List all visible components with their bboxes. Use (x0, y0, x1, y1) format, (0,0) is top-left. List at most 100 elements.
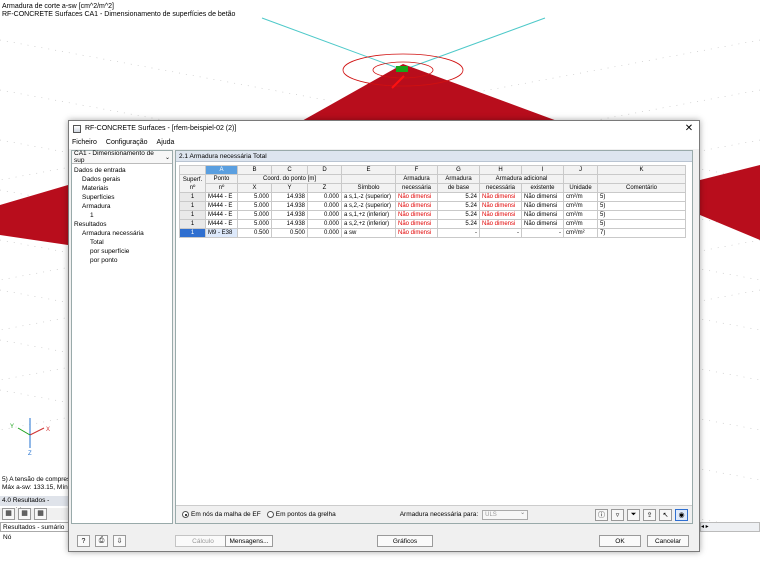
messages-button[interactable]: Mensagens... (225, 535, 273, 547)
radio-fe-nodes[interactable] (182, 511, 189, 518)
header-coords: Coord. do ponto [m] (237, 174, 342, 184)
header-add-existing: existente (521, 183, 564, 193)
ok-button[interactable]: OK (599, 535, 641, 547)
header-base-1: Armadura (437, 174, 480, 184)
column-j[interactable]: J (563, 165, 598, 175)
section-title: 2.1 Armadura necessária Total (176, 151, 692, 162)
menu-settings[interactable]: Configuração (106, 139, 148, 146)
menu-help[interactable]: Ajuda (157, 139, 175, 146)
navigator-pane: CA1 - Dimensionamento de sup ⌄ Dados de … (71, 150, 173, 524)
dialog-titlebar: RF-CONCRETE Surfaces - [rfem-beispiel-02… (69, 121, 699, 136)
tree-total[interactable]: Total (74, 238, 172, 247)
tree-surfaces[interactable]: Superfícies (74, 193, 172, 202)
header-row-1: Superf. nº Ponto Coord. do ponto [m] Arma… (179, 174, 686, 193)
calculation-button[interactable]: Cálculo (175, 535, 231, 547)
info-icon[interactable]: ⓘ (595, 508, 608, 521)
view-subtitle: RF-CONCRETE Surfaces CA1 - Dimensionamen… (2, 11, 236, 18)
view-title: Armadura de corte a-sw [cm^2/m^2] (2, 3, 114, 10)
table-row[interactable]: 1 M444 - E 5.000 14.938 0.000 a s,2,+z (… (179, 219, 686, 229)
table-icon[interactable]: ▦ (2, 508, 15, 520)
column-f[interactable]: F (395, 165, 438, 175)
column-e[interactable]: E (341, 165, 396, 175)
column-g[interactable]: G (437, 165, 480, 175)
required-for-select[interactable]: ULS (482, 509, 529, 520)
column-h[interactable]: H (479, 165, 522, 175)
options-bar: Em nós da malha de EF Em pontos da grelh… (176, 505, 692, 523)
axis-x-label: X (46, 427, 50, 433)
header-unit: Unidade (563, 183, 598, 193)
filter-icon[interactable]: ▿ (611, 508, 624, 521)
menu-bar: Ficheiro Configuração Ajuda (69, 136, 699, 149)
header-symbol: Símbolo (341, 183, 396, 193)
results-pane: 2.1 Armadura necessária Total A B C D E … (175, 150, 693, 524)
table-row[interactable]: 1 M9 - E38 0.500 0.500 0.000 a sw Não di… (179, 228, 686, 238)
column-i[interactable]: I (521, 165, 564, 175)
header-z: Z (307, 183, 342, 193)
select-icon[interactable]: ↖ (659, 508, 672, 521)
menu-file[interactable]: Ficheiro (72, 139, 97, 146)
surface-left (0, 185, 68, 245)
case-select[interactable]: CA1 - Dimensionamento de sup ⌄ (72, 150, 172, 164)
radio-fe-nodes-label[interactable]: Em nós da malha de EF (191, 511, 261, 518)
help-icon[interactable]: ? (77, 535, 90, 547)
graphics-button[interactable]: Gráficos (377, 535, 433, 547)
column-a[interactable]: A (205, 165, 238, 175)
tree-input-data[interactable]: Dados de entrada (74, 166, 172, 175)
header-surface: Superf. nº (179, 174, 206, 193)
column-b[interactable]: B (237, 165, 272, 175)
column-letters-row: A B C D E F G H I J K (179, 165, 686, 175)
view-icon[interactable]: ◉ (675, 508, 688, 521)
header-additional: Armadura adicional (479, 174, 564, 184)
tree-required-reinforcement[interactable]: Armadura necessária (74, 229, 172, 238)
results-panel-title: 4.0 Resultados - sumári (0, 496, 70, 514)
header-row-2: nº X Y Z Símbolo necessária de base nece… (180, 183, 686, 193)
tree-by-point[interactable]: por ponto (74, 256, 172, 265)
surface-right (700, 165, 760, 240)
funnel-icon[interactable]: ⏷ (627, 508, 640, 521)
header-x: X (237, 183, 272, 193)
header-base-2: de base (437, 183, 480, 193)
header-comment: Comentário (597, 183, 686, 193)
tree-by-surface[interactable]: por superfície (74, 247, 172, 256)
table-icon[interactable]: ▦ (18, 508, 31, 520)
tree-general-data[interactable]: Dados gerais (74, 175, 172, 184)
header-point-no: nº (205, 183, 238, 193)
view-note-1: 5) A tensão de compres (2, 476, 71, 483)
tree-results[interactable]: Resultados (74, 220, 172, 229)
print-icon[interactable]: ⎙ (95, 535, 108, 547)
rf-concrete-dialog: RF-CONCRETE Surfaces - [rfem-beispiel-02… (68, 120, 700, 552)
dialog-title: RF-CONCRETE Surfaces - [rfem-beispiel-02… (85, 125, 237, 132)
required-for-label: Armadura necessária para: (399, 511, 479, 518)
table-row[interactable]: 1 M444 - E 5.000 14.938 0.000 a s,1,+z (… (179, 210, 686, 220)
column-d[interactable]: D (307, 165, 342, 175)
results-tab[interactable]: Resultados - sumário Nó (0, 522, 70, 541)
header-required-1: Armadura (395, 174, 438, 184)
radio-grid-points-label[interactable]: Em pontos da grelha (276, 511, 336, 518)
axis-y-label: Y (10, 424, 14, 430)
tree-materials[interactable]: Materiais (74, 184, 172, 193)
table-row[interactable]: 1 M444 - E 5.000 14.938 0.000 a s,1,-z (… (179, 192, 686, 202)
table-row[interactable]: 1 M444 - E 5.000 14.938 0.000 a s,2,-z (… (179, 201, 686, 211)
table-icon[interactable]: ▦ (34, 508, 47, 520)
export-table-icon[interactable]: ⇩ (113, 535, 126, 547)
close-icon[interactable]: ✕ (679, 123, 699, 134)
cancel-button[interactable]: Cancelar (647, 535, 689, 547)
results-table: A B C D E F G H I J K Superf. nº Ponto Co… (179, 165, 686, 238)
navigator-tree: Dados de entrada Dados gerais Materiais … (72, 164, 172, 265)
column-k[interactable]: K (597, 165, 686, 175)
chevron-down-icon: ⌄ (164, 154, 170, 161)
view-note-2: Máx a-sw: 133.15, Mín a (2, 484, 74, 491)
tree-reinforcement[interactable]: Armadura (74, 202, 172, 211)
surface-top (300, 64, 560, 122)
export-icon[interactable]: ⇪ (643, 508, 656, 521)
column-c[interactable]: C (271, 165, 308, 175)
results-scrollbar[interactable]: ◂ ▸ (700, 522, 760, 532)
header-point: Ponto (205, 174, 238, 184)
axis-z-label: Z (28, 451, 32, 457)
radio-grid-points[interactable] (266, 511, 274, 518)
header-required-2: necessária (395, 183, 438, 193)
results-toolbar: ▦ ▦ ▦ (0, 508, 70, 520)
header-y: Y (271, 183, 308, 193)
dialog-footer: ? ⎙ ⇩ Cálculo Mensagens... Gráficos OK C… (69, 531, 699, 551)
tree-reinforcement-1[interactable]: 1 (74, 211, 172, 220)
